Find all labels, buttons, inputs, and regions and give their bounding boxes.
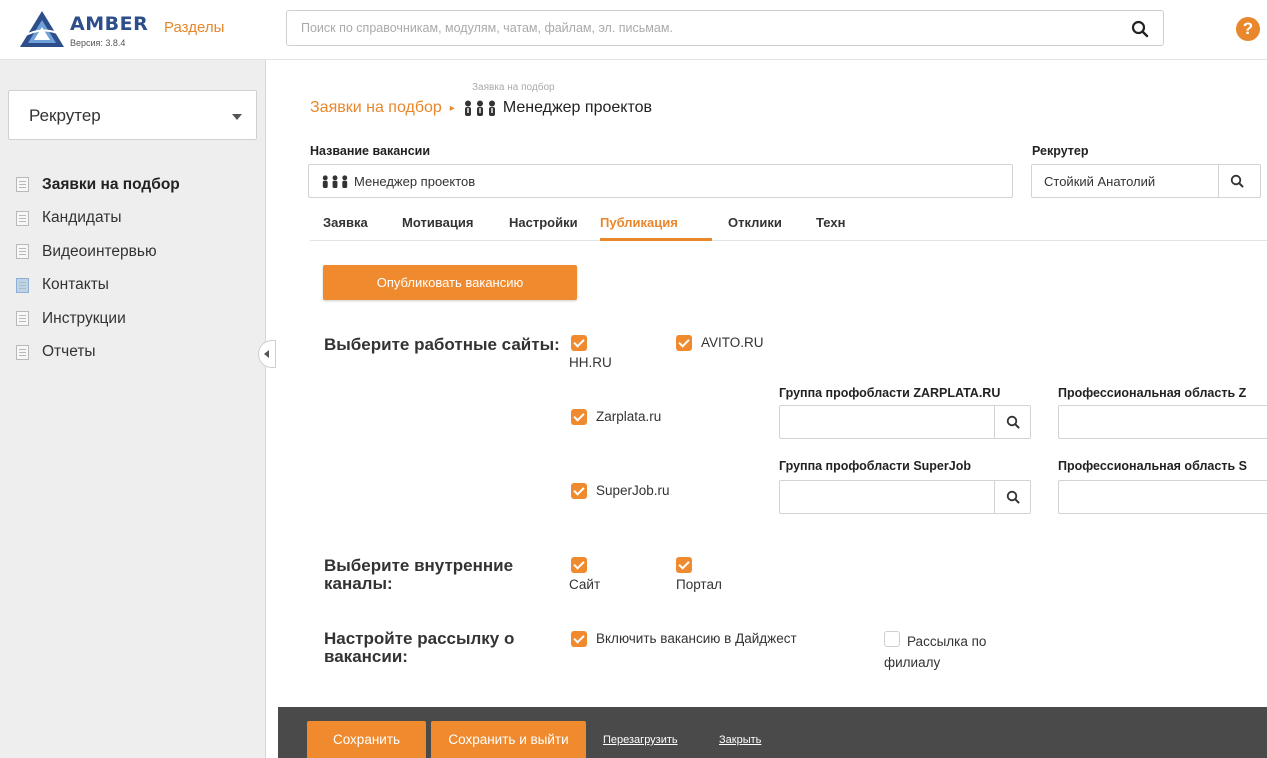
- avito-label: AVITO.RU: [701, 335, 764, 350]
- app-version: Версия: 3.8.4: [70, 38, 126, 48]
- vacancy-name-value: Менеджер проектов: [321, 174, 475, 189]
- branch-mailing-label: Рассылка по филиалу: [884, 634, 987, 670]
- document-icon: [16, 210, 29, 226]
- sidebar-item-instructions[interactable]: Инструкции: [16, 302, 180, 336]
- tab-request[interactable]: Заявка: [323, 215, 368, 230]
- zarplata-label: Zarplata.ru: [596, 409, 662, 424]
- superjob-group-field[interactable]: [779, 480, 1031, 514]
- sidebar-item-contacts[interactable]: Контакты: [16, 269, 180, 303]
- avito-checkbox[interactable]: [676, 335, 692, 351]
- tab-tech[interactable]: Техн: [816, 215, 845, 230]
- site-checkbox[interactable]: [571, 557, 587, 573]
- recruiter-search-button[interactable]: [1218, 165, 1254, 197]
- superjob-group-search-button[interactable]: [994, 481, 1030, 513]
- hh-label: HH.RU: [569, 355, 612, 370]
- internal-channels-title: Выберите внутренние каналы:: [324, 556, 514, 593]
- sidebar: Рекрутер Заявки на подбор Кандидаты Виде…: [0, 60, 266, 758]
- job-sites-title: Выберите работные сайты:: [324, 335, 560, 354]
- people-icon: [464, 100, 495, 116]
- chevron-right-icon: ▸: [449, 102, 455, 114]
- publish-vacancy-button[interactable]: Опубликовать вакансию: [323, 265, 577, 300]
- top-bar: AMBER Версия: 3.8.4 Разделы Поиск по спр…: [0, 0, 1267, 60]
- document-icon: [16, 244, 29, 260]
- chevron-down-icon: [232, 114, 242, 120]
- recruiter-value: Стойкий Анатолий: [1044, 174, 1156, 189]
- sidebar-item-label: Контакты: [42, 276, 109, 294]
- superjob-prof-field[interactable]: [1058, 480, 1267, 514]
- search-icon[interactable]: [1131, 20, 1149, 38]
- sidebar-item-reports[interactable]: Отчеты: [16, 336, 180, 370]
- sidebar-item-label: Кандидаты: [42, 209, 122, 227]
- help-icon[interactable]: ?: [1236, 17, 1260, 41]
- page-title: Менеджер проектов: [502, 99, 652, 116]
- digest-checkbox[interactable]: [571, 631, 587, 647]
- site-label: Сайт: [569, 577, 601, 592]
- tab-responses[interactable]: Отклики: [728, 215, 782, 230]
- sidebar-item-requests[interactable]: Заявки на подбор: [16, 168, 180, 202]
- hh-checkbox[interactable]: [571, 335, 587, 351]
- logo-text: AMBER: [70, 13, 149, 35]
- breadcrumb: Заявки на подбор ▸ Менеджер проектов: [310, 99, 652, 117]
- superjob-label: SuperJob.ru: [596, 483, 670, 498]
- sidebar-item-label: Видеоинтервью: [42, 242, 157, 260]
- document-icon: [16, 311, 29, 327]
- global-search-input[interactable]: Поиск по справочникам, модулям, чатам, ф…: [286, 10, 1164, 46]
- portal-checkbox[interactable]: [676, 557, 692, 573]
- tab-motivation[interactable]: Мотивация: [402, 215, 473, 230]
- digest-label: Включить вакансию в Дайджест: [596, 631, 797, 646]
- document-icon: [16, 344, 29, 360]
- zarplata-prof-field[interactable]: [1058, 405, 1267, 439]
- document-icon: [16, 177, 29, 193]
- search-placeholder: Поиск по справочникам, модулям, чатам, ф…: [301, 21, 673, 35]
- active-tab-indicator: [600, 238, 712, 241]
- amber-logo-icon: [20, 11, 64, 47]
- recruiter-label: Рекрутер: [1032, 144, 1089, 158]
- breadcrumb-caption: Заявка на подбор: [472, 82, 555, 93]
- zarplata-prof-label: Профессиональная область Z: [1058, 386, 1247, 400]
- close-link[interactable]: Закрыть: [719, 734, 761, 746]
- tab-settings[interactable]: Настройки: [509, 215, 578, 230]
- save-and-exit-button[interactable]: Сохранить и выйти: [431, 721, 586, 758]
- search-icon: [1006, 490, 1020, 504]
- sidebar-nav: Заявки на подбор Кандидаты Видеоинтервью…: [16, 168, 180, 369]
- sidebar-item-label: Отчеты: [42, 343, 96, 361]
- sidebar-item-label: Инструкции: [42, 309, 126, 327]
- superjob-group-label: Группа профобласти SuperJob: [779, 459, 971, 473]
- sidebar-item-video-interview[interactable]: Видеоинтервью: [16, 235, 180, 269]
- sections-link[interactable]: Разделы: [164, 19, 224, 36]
- amber-logo[interactable]: AMBER Версия: 3.8.4: [16, 6, 148, 56]
- role-select-value: Рекрутер: [29, 106, 101, 125]
- search-icon: [1230, 174, 1244, 188]
- superjob-checkbox[interactable]: [571, 483, 587, 499]
- search-icon: [1006, 415, 1020, 429]
- vacancy-card: Заявка на подбор Заявки на подбор ▸ Мене…: [278, 68, 1267, 708]
- recruiter-field[interactable]: Стойкий Анатолий: [1031, 164, 1261, 198]
- footer-toolbar: Сохранить Сохранить и выйти Перезагрузит…: [278, 707, 1267, 758]
- contacts-icon: [16, 277, 29, 293]
- zarplata-group-label: Группа профобласти ZARPLATA.RU: [779, 386, 1001, 400]
- mailing-title: Настройте рассылку о вакансии:: [324, 629, 515, 666]
- zarplata-checkbox[interactable]: [571, 409, 587, 425]
- breadcrumb-link[interactable]: Заявки на подбор: [310, 99, 442, 117]
- zarplata-group-field[interactable]: [779, 405, 1031, 439]
- tab-publication[interactable]: Публикация: [600, 215, 678, 230]
- portal-label: Портал: [676, 577, 722, 592]
- vacancy-name-field[interactable]: Менеджер проектов: [308, 164, 1013, 198]
- superjob-prof-label: Профессиональная область S: [1058, 459, 1247, 473]
- vacancy-tabs: Заявка Мотивация Настройки Публикация От…: [310, 206, 1267, 241]
- sidebar-item-label: Заявки на подбор: [42, 175, 180, 193]
- vacancy-name-label: Название вакансии: [310, 144, 431, 158]
- reload-link[interactable]: Перезагрузить: [603, 734, 678, 746]
- people-icon: [322, 175, 348, 188]
- sidebar-item-candidates[interactable]: Кандидаты: [16, 202, 180, 236]
- zarplata-group-search-button[interactable]: [994, 406, 1030, 438]
- role-select[interactable]: Рекрутер: [8, 90, 257, 140]
- save-button[interactable]: Сохранить: [307, 721, 426, 758]
- vacancy-name-text: Менеджер проектов: [354, 174, 476, 189]
